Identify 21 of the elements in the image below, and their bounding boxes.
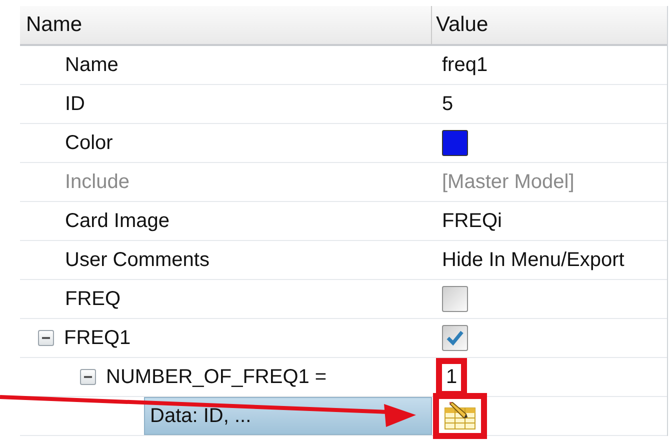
property-name[interactable]: Card Image [65, 210, 170, 232]
table-pencil-icon[interactable] [438, 398, 482, 434]
property-name[interactable]: Color [65, 132, 113, 154]
property-value: 5 [442, 92, 454, 116]
property-value: Hide In Menu/Export [442, 248, 624, 272]
column-header[interactable]: Value [432, 6, 667, 44]
collapse-toggle[interactable] [80, 369, 96, 385]
checkbox[interactable] [442, 325, 468, 351]
property-name[interactable]: Name [65, 54, 118, 76]
property-name[interactable]: FREQ [65, 288, 121, 310]
property-value: freq1 [442, 54, 488, 76]
property-value: FREQi [442, 210, 502, 232]
color-swatch[interactable] [442, 130, 468, 156]
collapse-toggle[interactable] [38, 330, 54, 346]
property-value: [Master Model] [442, 170, 574, 194]
property-name[interactable]: FREQ1 [64, 326, 131, 350]
property-name[interactable]: User Comments [65, 248, 210, 272]
checkbox[interactable] [442, 286, 468, 312]
property-name[interactable]: NUMBER_OF_FREQ1 = [106, 366, 327, 388]
property-name[interactable]: ID [65, 92, 85, 116]
column-header[interactable]: Name [20, 6, 432, 44]
